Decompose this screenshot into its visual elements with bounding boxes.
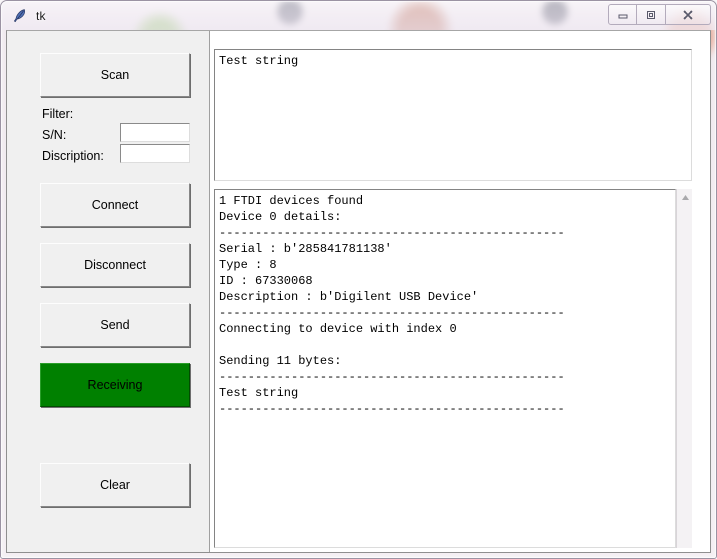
receiving-button-label: Receiving [87,378,143,392]
window-title: tk [36,8,46,23]
window-bottom-frame [1,554,716,558]
log-scrollbar[interactable] [676,189,692,548]
log-output-text[interactable]: 1 FTDI devices found Device 0 details: -… [214,189,676,548]
minimize-button[interactable] [608,4,637,25]
minimize-icon [618,14,627,18]
receiving-toggle-button[interactable]: Receiving [40,363,190,407]
close-button[interactable] [666,4,711,25]
restore-icon [647,10,655,19]
scan-button-label: Scan [100,68,130,82]
control-panel: Scan Filter: S/N: Discription: Connect D… [7,31,210,552]
connect-button[interactable]: Connect [40,183,190,227]
disconnect-button-label: Disconnect [84,258,146,272]
serial-number-label: S/N: [42,128,67,142]
feather-icon [13,8,26,22]
window-controls [608,4,711,25]
send-button[interactable]: Send [40,303,190,347]
scan-button[interactable]: Scan [40,53,190,97]
restore-button[interactable] [637,4,666,25]
description-input[interactable] [120,144,190,163]
title-bar[interactable]: tk [1,1,716,30]
client-area: Scan Filter: S/N: Discription: Connect D… [6,30,711,553]
close-icon [683,9,693,20]
serial-number-input[interactable] [120,123,190,142]
output-panel: Test string 1 FTDI devices found Device … [210,31,710,552]
filter-label: Filter: [42,107,74,121]
scroll-up-arrow-icon[interactable] [677,189,693,205]
connect-button-label: Connect [91,198,139,212]
clear-button[interactable]: Clear [40,463,190,507]
clear-button-label: Clear [100,478,130,492]
send-button-label: Send [100,318,130,332]
description-label: Discription: [42,149,104,163]
disconnect-button[interactable]: Disconnect [40,243,190,287]
triangle-up-icon [681,194,689,200]
application-window: tk Scan Filter: S/N: Discription: Connec… [0,0,717,559]
send-text-input[interactable]: Test string [214,49,692,181]
